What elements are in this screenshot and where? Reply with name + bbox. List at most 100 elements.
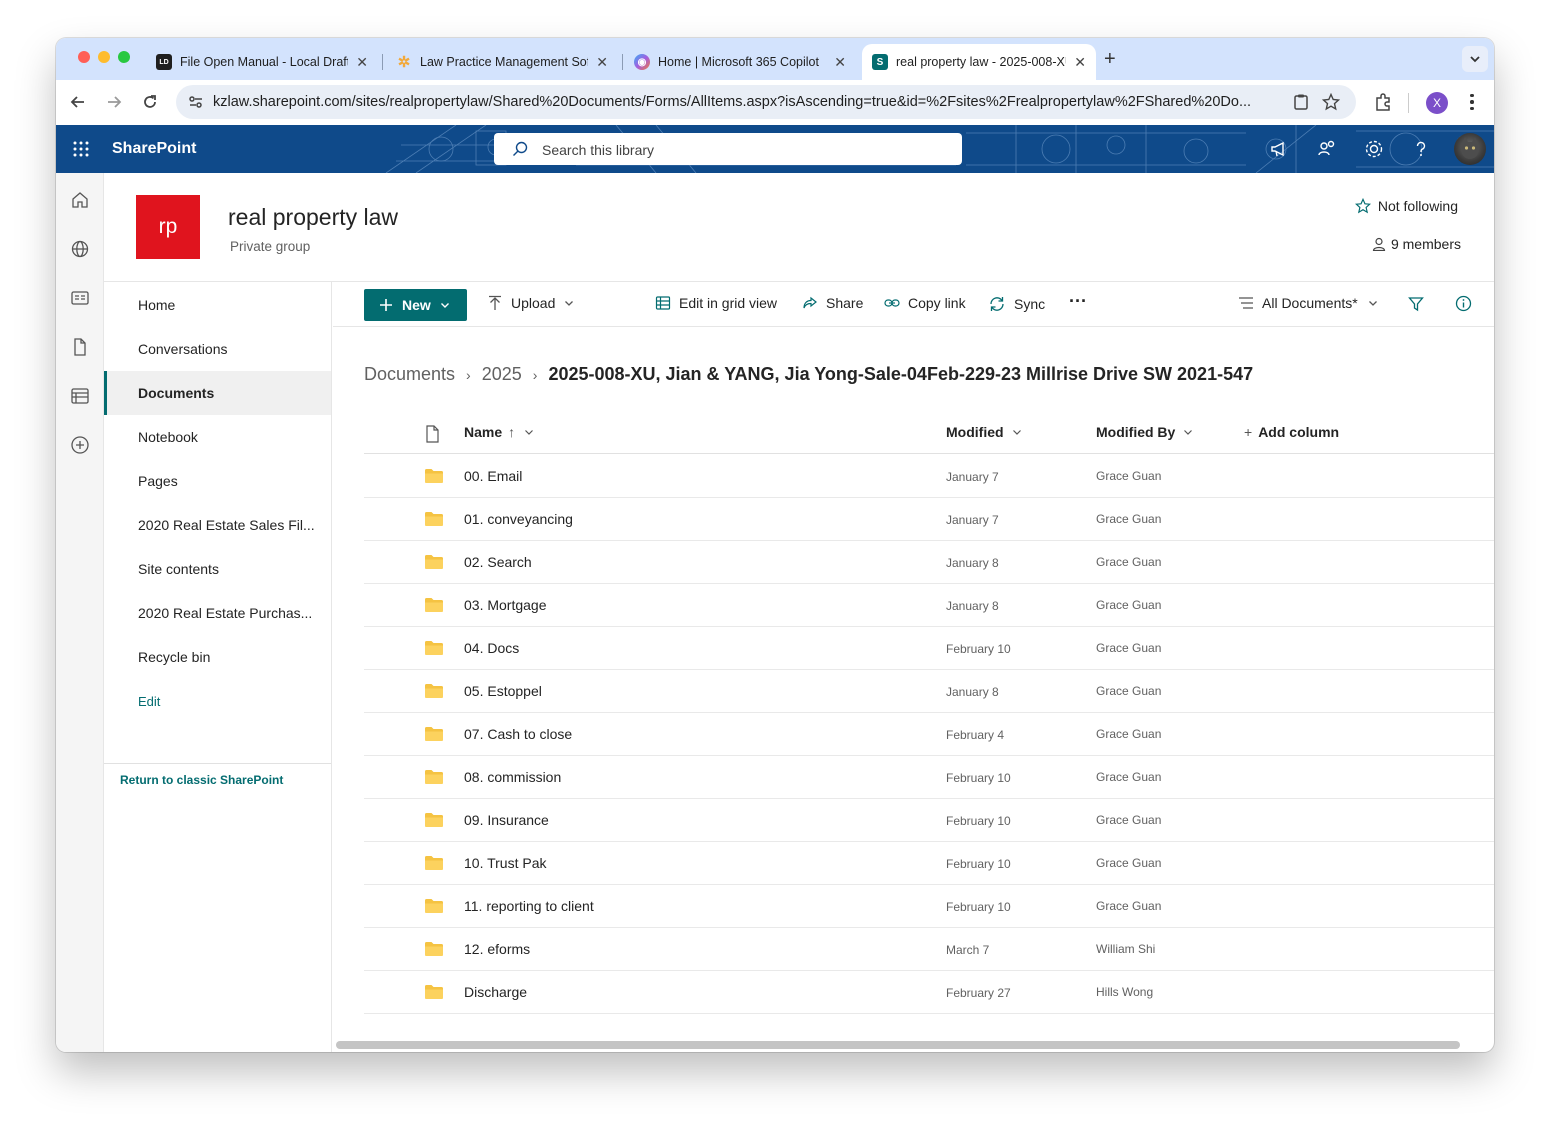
- column-header-modified[interactable]: Modified: [946, 424, 1022, 440]
- breadcrumb-documents[interactable]: Documents: [364, 364, 455, 385]
- search-box[interactable]: Search this library: [494, 133, 962, 165]
- close-tab-icon[interactable]: ✕: [356, 54, 368, 71]
- help-icon[interactable]: [1409, 137, 1433, 161]
- table-row[interactable]: 03. Mortgage January 8 Grace Guan: [364, 584, 1494, 627]
- share-people-icon[interactable]: [1315, 137, 1339, 161]
- nav-item-recycle-bin[interactable]: Recycle bin: [104, 635, 331, 679]
- document-icon[interactable]: [68, 335, 92, 359]
- copy-link-button[interactable]: Copy link: [884, 295, 966, 311]
- new-tab-button[interactable]: +: [1104, 48, 1116, 71]
- filter-icon[interactable]: [1408, 296, 1424, 312]
- news-icon[interactable]: [68, 286, 92, 310]
- clipboard-icon[interactable]: [1292, 93, 1310, 111]
- nav-item-purchase-files[interactable]: 2020 Real Estate Purchas...: [104, 591, 331, 635]
- nav-item-conversations[interactable]: Conversations: [104, 327, 331, 371]
- site-settings-icon[interactable]: [188, 94, 204, 110]
- add-column-button[interactable]: + Add column: [1244, 424, 1339, 440]
- folder-name-link[interactable]: 00. Email: [464, 468, 522, 484]
- horizontal-scrollbar[interactable]: [336, 1041, 1460, 1049]
- browser-tab-2[interactable]: ✲ Law Practice Management Software ✕: [386, 44, 618, 80]
- close-tab-icon[interactable]: ✕: [834, 54, 846, 71]
- browser-tab-3[interactable]: ◉ Home | Microsoft 365 Copilot ✕: [624, 44, 856, 80]
- url-text[interactable]: kzlaw.sharepoint.com/sites/realpropertyl…: [213, 94, 1279, 110]
- globe-icon[interactable]: [68, 237, 92, 261]
- close-tab-icon[interactable]: ✕: [596, 54, 608, 71]
- share-button[interactable]: Share: [802, 295, 863, 311]
- folder-name-link[interactable]: 11. reporting to client: [464, 898, 594, 914]
- table-row[interactable]: 11. reporting to client February 10 Grac…: [364, 885, 1494, 928]
- folder-name-link[interactable]: 09. Insurance: [464, 812, 549, 828]
- follow-button[interactable]: Not following: [1354, 198, 1458, 214]
- folder-name-link[interactable]: 05. Estoppel: [464, 683, 542, 699]
- zoom-window-button[interactable]: [118, 51, 130, 63]
- add-circle-icon[interactable]: [68, 433, 92, 457]
- nav-item-site-contents[interactable]: Site contents: [104, 547, 331, 591]
- folder-name-link[interactable]: 01. conveyancing: [464, 511, 573, 527]
- folder-name-link[interactable]: 12. eforms: [464, 941, 530, 957]
- folder-name-link[interactable]: Discharge: [464, 984, 527, 1000]
- folder-name-link[interactable]: 04. Docs: [464, 640, 519, 656]
- home-icon[interactable]: [68, 188, 92, 212]
- table-row[interactable]: Discharge February 27 Hills Wong: [364, 971, 1494, 1014]
- nav-item-sales-files[interactable]: 2020 Real Estate Sales Fil...: [104, 503, 331, 547]
- gear-icon[interactable]: [1362, 137, 1386, 161]
- table-row[interactable]: 09. Insurance February 10 Grace Guan: [364, 799, 1494, 842]
- forward-button[interactable]: [102, 90, 126, 114]
- return-to-classic-link[interactable]: Return to classic SharePoint: [120, 773, 283, 787]
- profile-avatar[interactable]: X: [1426, 92, 1448, 114]
- table-row[interactable]: 02. Search January 8 Grace Guan: [364, 541, 1494, 584]
- new-button[interactable]: New: [364, 289, 467, 321]
- members-button[interactable]: 9 members: [1372, 236, 1461, 252]
- info-icon[interactable]: [1455, 295, 1472, 312]
- address-bar[interactable]: kzlaw.sharepoint.com/sites/realpropertyl…: [176, 85, 1356, 119]
- chevron-down-icon: [1368, 301, 1377, 306]
- sync-button[interactable]: Sync: [988, 295, 1045, 313]
- nav-item-pages[interactable]: Pages: [104, 459, 331, 503]
- nav-edit-link[interactable]: Edit: [104, 679, 331, 723]
- modified-date: January 7: [946, 470, 999, 484]
- table-row[interactable]: 00. Email January 7 Grace Guan: [364, 455, 1494, 498]
- edit-grid-view-button[interactable]: Edit in grid view: [655, 295, 777, 311]
- megaphone-icon[interactable]: [1268, 137, 1292, 161]
- back-button[interactable]: [66, 90, 90, 114]
- table-row[interactable]: 08. commission February 10 Grace Guan: [364, 756, 1494, 799]
- folder-name-link[interactable]: 08. commission: [464, 769, 561, 785]
- table-row[interactable]: 05. Estoppel January 8 Grace Guan: [364, 670, 1494, 713]
- site-title[interactable]: real property law: [228, 204, 398, 231]
- table-row[interactable]: 01. conveyancing January 7 Grace Guan: [364, 498, 1494, 541]
- browser-tab-active[interactable]: S real property law - 2025-008-XU ✕: [862, 44, 1096, 80]
- site-logo[interactable]: rp: [136, 195, 200, 259]
- nav-item-documents[interactable]: Documents: [104, 371, 331, 415]
- minimize-window-button[interactable]: [98, 51, 110, 63]
- browser-menu-button[interactable]: [1462, 91, 1482, 113]
- table-row[interactable]: 04. Docs February 10 Grace Guan: [364, 627, 1494, 670]
- search-placeholder[interactable]: Search this library: [542, 142, 654, 158]
- close-tab-icon[interactable]: ✕: [1074, 54, 1086, 71]
- table-row[interactable]: 10. Trust Pak February 10 Grace Guan: [364, 842, 1494, 885]
- folder-name-link[interactable]: 03. Mortgage: [464, 597, 547, 613]
- close-window-button[interactable]: [78, 51, 90, 63]
- folder-name-link[interactable]: 02. Search: [464, 554, 532, 570]
- column-header-name[interactable]: Name ↑: [464, 424, 534, 440]
- upload-button[interactable]: Upload: [487, 295, 574, 311]
- column-header-modified-by[interactable]: Modified By: [1096, 424, 1193, 440]
- sharepoint-brand-link[interactable]: SharePoint: [112, 140, 196, 158]
- table-row[interactable]: 07. Cash to close February 4 Grace Guan: [364, 713, 1494, 756]
- breadcrumb-2025[interactable]: 2025: [482, 364, 522, 385]
- more-commands-button[interactable]: ···: [1069, 291, 1087, 312]
- extensions-icon[interactable]: [1373, 92, 1393, 112]
- nav-item-home[interactable]: Home: [104, 283, 331, 327]
- nav-item-notebook[interactable]: Notebook: [104, 415, 331, 459]
- bookmark-star-icon[interactable]: [1322, 93, 1340, 111]
- tab-search-button[interactable]: [1462, 46, 1488, 72]
- view-switcher[interactable]: All Documents*: [1238, 295, 1378, 311]
- list-icon[interactable]: [68, 384, 92, 408]
- browser-tab-1[interactable]: LD File Open Manual - Local Draft ✕: [146, 44, 378, 80]
- reload-button[interactable]: [138, 90, 162, 114]
- folder-name-link[interactable]: 10. Trust Pak: [464, 855, 546, 871]
- table-row[interactable]: 12. eforms March 7 William Shi: [364, 928, 1494, 971]
- file-type-icon[interactable]: [424, 425, 440, 443]
- folder-name-link[interactable]: 07. Cash to close: [464, 726, 572, 742]
- user-avatar[interactable]: [1454, 133, 1486, 165]
- app-launcher-button[interactable]: [66, 134, 96, 164]
